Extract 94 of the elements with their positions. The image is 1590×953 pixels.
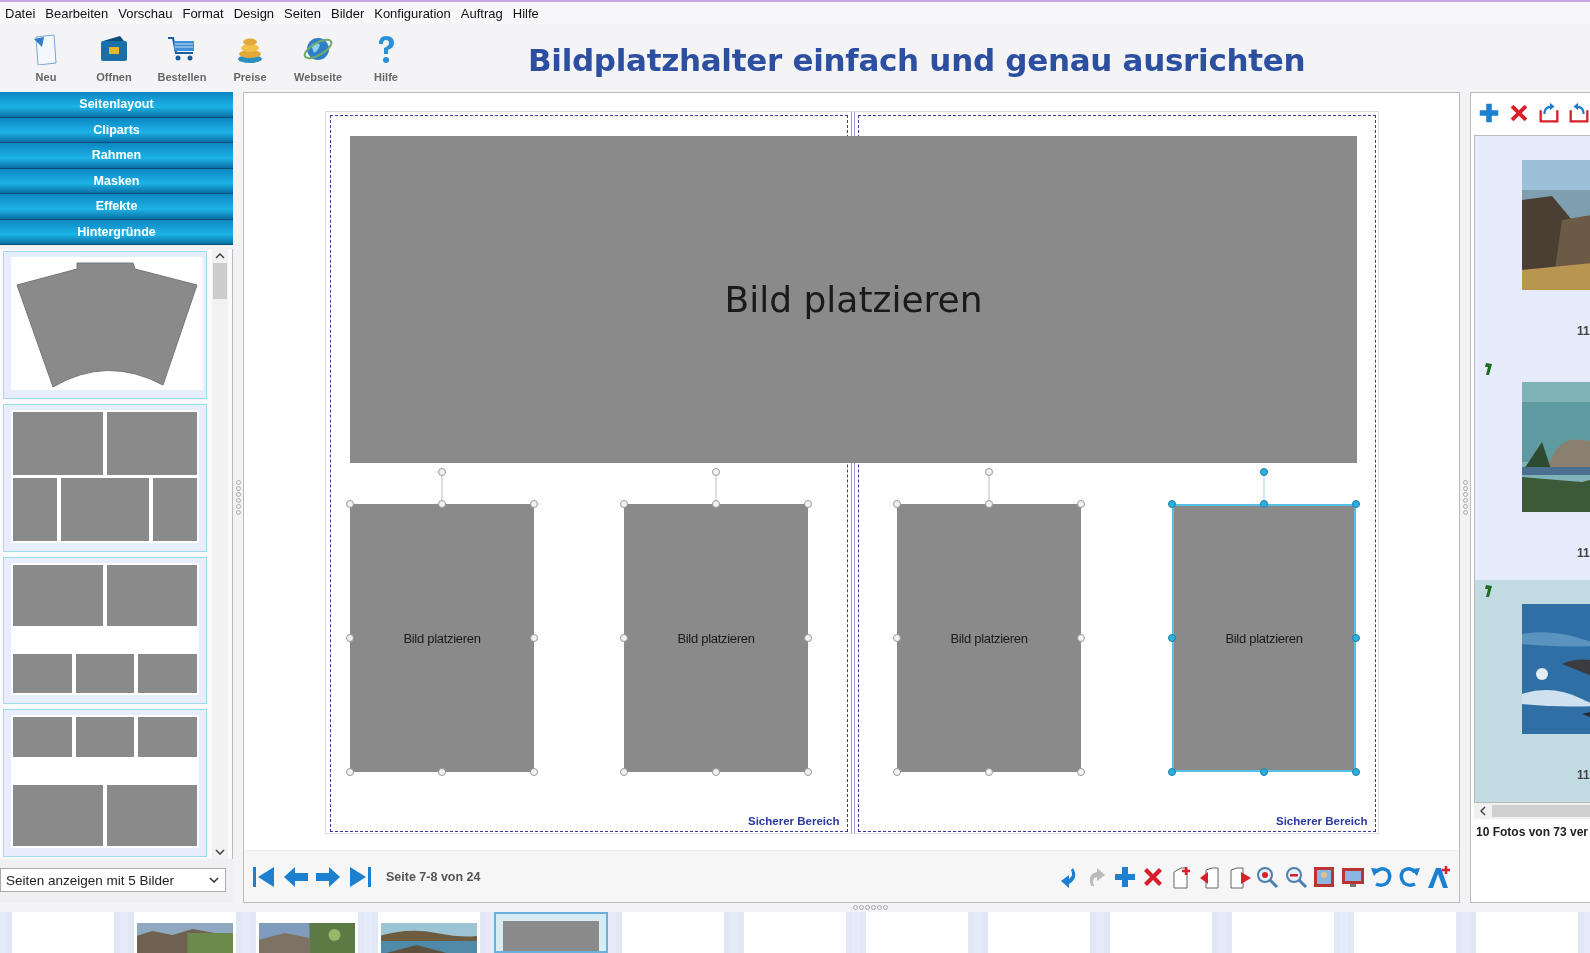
layout-cell	[138, 653, 197, 694]
menu-item[interactable]: Datei	[2, 5, 43, 21]
triangle-plus-icon[interactable]	[1425, 863, 1451, 890]
resize-handle[interactable]	[346, 634, 354, 642]
resize-handle[interactable]	[712, 768, 720, 776]
photo-item[interactable]: 11	[1475, 136, 1590, 358]
safe-area-label: Sicherer Bereich	[748, 815, 840, 827]
menu-item[interactable]: Vorschau	[115, 5, 180, 21]
menu-item[interactable]: Seiten	[281, 5, 328, 21]
photo-item[interactable]: 11	[1475, 580, 1590, 802]
resize-handle[interactable]	[438, 500, 446, 508]
toolbar-button[interactable]: Webseite	[284, 29, 352, 87]
image-placeholder[interactable]: Bild platzieren	[897, 504, 1081, 772]
menu-item[interactable]: Auftrag	[457, 5, 510, 21]
menu-item[interactable]: Konfiguration	[371, 5, 458, 21]
rotation-handle[interactable]	[985, 468, 993, 476]
resize-handle[interactable]	[438, 768, 446, 776]
layout-thumbnail[interactable]	[3, 709, 207, 857]
layout-cell	[13, 653, 72, 694]
image-placeholder[interactable]: Bild platzieren	[350, 136, 1357, 463]
resize-handle[interactable]	[620, 634, 628, 642]
resize-handle[interactable]	[1077, 768, 1085, 776]
toolbar-button[interactable]: Preise	[216, 29, 284, 87]
headline: Bildplatzhalter einfach und genau ausrichten	[528, 41, 1306, 78]
resize-handle[interactable]	[1260, 500, 1268, 508]
resize-handle[interactable]	[530, 500, 538, 508]
resize-handle[interactable]	[804, 634, 812, 642]
resize-handle[interactable]	[346, 500, 354, 508]
photo-count: 10 Fotos von 73 ver	[1475, 824, 1590, 839]
image-placeholder[interactable]: Bild platzieren	[350, 504, 534, 772]
resize-handle[interactable]	[893, 500, 901, 508]
layout-thumbnail[interactable]	[3, 403, 207, 552]
layout-thumbnail[interactable]	[3, 251, 207, 399]
menu-item[interactable]: Format	[179, 5, 231, 21]
layout-cell	[153, 477, 197, 541]
layout-thumbnail[interactable]	[3, 556, 207, 705]
resize-handle[interactable]	[1168, 634, 1176, 642]
caret-icon	[209, 877, 219, 883]
page-filter-dropdown[interactable]: Seiten anzeigen mit 5 Bilder	[0, 868, 226, 892]
resize-handle[interactable]	[620, 768, 628, 776]
layout-cell	[138, 717, 197, 757]
resize-handle[interactable]	[804, 768, 812, 776]
toolbar-button[interactable]: Offnen	[80, 29, 148, 87]
page-thumbnail[interactable]	[494, 912, 608, 953]
resize-handle[interactable]	[1260, 768, 1268, 776]
resize-handle[interactable]	[620, 500, 628, 508]
resize-handle[interactable]	[530, 634, 538, 642]
scroll-down-icon[interactable]	[215, 849, 225, 855]
rotate-page-right-icon[interactable]	[1567, 101, 1590, 125]
resize-handle[interactable]	[893, 768, 901, 776]
resize-handle[interactable]	[1168, 500, 1176, 508]
image-placeholder[interactable]: Bild platzieren	[1172, 504, 1356, 772]
scroll-thumb[interactable]	[1492, 805, 1590, 817]
resize-handle[interactable]	[804, 500, 812, 508]
photo-item[interactable]: 11	[1475, 358, 1590, 580]
layout-cell	[13, 477, 57, 541]
resize-handle[interactable]	[346, 768, 354, 776]
rotation-handle[interactable]	[438, 468, 446, 476]
resize-handle[interactable]	[1352, 634, 1360, 642]
layout-cell	[75, 717, 135, 757]
resize-handle[interactable]	[712, 500, 720, 508]
sidebar-section[interactable]: Effekte	[0, 194, 233, 220]
resize-handle[interactable]	[1077, 634, 1085, 642]
resize-handle[interactable]	[530, 768, 538, 776]
scroll-thumb[interactable]	[213, 263, 227, 299]
layout-cell	[13, 717, 72, 757]
photo-caption: 11	[1577, 324, 1590, 338]
rotate-page-left-icon[interactable]	[1537, 101, 1561, 125]
photo-caption: 11	[1577, 768, 1590, 782]
scrollbar[interactable]	[1474, 803, 1590, 819]
scroll-up-icon[interactable]	[215, 253, 225, 259]
rotation-handle[interactable]	[712, 468, 720, 476]
toolbar-button[interactable]: Bestellen	[148, 29, 216, 87]
menu-item[interactable]: Design	[230, 5, 282, 21]
menu-item[interactable]: Bilder	[327, 5, 372, 21]
toolbar-button[interactable]: Neu	[12, 29, 80, 87]
add-icon[interactable]	[1477, 101, 1501, 125]
safe-area-label: Sicherer Bereich	[1276, 815, 1368, 827]
page-indicator: Seite 7-8 von 24	[386, 869, 481, 884]
menu-item[interactable]: Hilfe	[509, 5, 546, 21]
resize-handle[interactable]	[1352, 768, 1360, 776]
resize-handle[interactable]	[1168, 768, 1176, 776]
photo-caption: 11	[1577, 546, 1590, 560]
toolbar-button[interactable]: Hilfe	[352, 29, 420, 87]
image-placeholder[interactable]: Bild platzieren	[624, 504, 808, 772]
resize-handle[interactable]	[985, 768, 993, 776]
menu-item[interactable]: Bearbeiten	[42, 5, 116, 21]
resize-handle[interactable]	[1352, 500, 1360, 508]
resize-handle[interactable]	[893, 634, 901, 642]
resize-handle[interactable]	[1077, 500, 1085, 508]
resize-handle[interactable]	[985, 500, 993, 508]
scroll-left-icon[interactable]	[1480, 806, 1486, 816]
rotation-handle[interactable]	[1260, 468, 1268, 476]
layout-cell	[75, 653, 135, 694]
